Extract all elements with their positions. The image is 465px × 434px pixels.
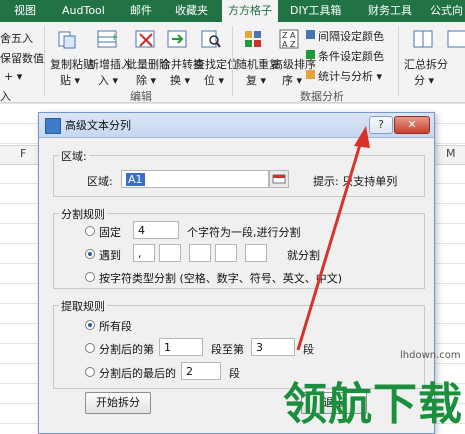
watermark-logo: 领航下载 bbox=[283, 379, 463, 430]
annotation-arrow-line bbox=[296, 137, 364, 351]
annotation-arrow-head bbox=[354, 126, 370, 148]
annotation-arrow bbox=[296, 126, 370, 351]
watermark-url: lhdown.com bbox=[400, 350, 461, 361]
